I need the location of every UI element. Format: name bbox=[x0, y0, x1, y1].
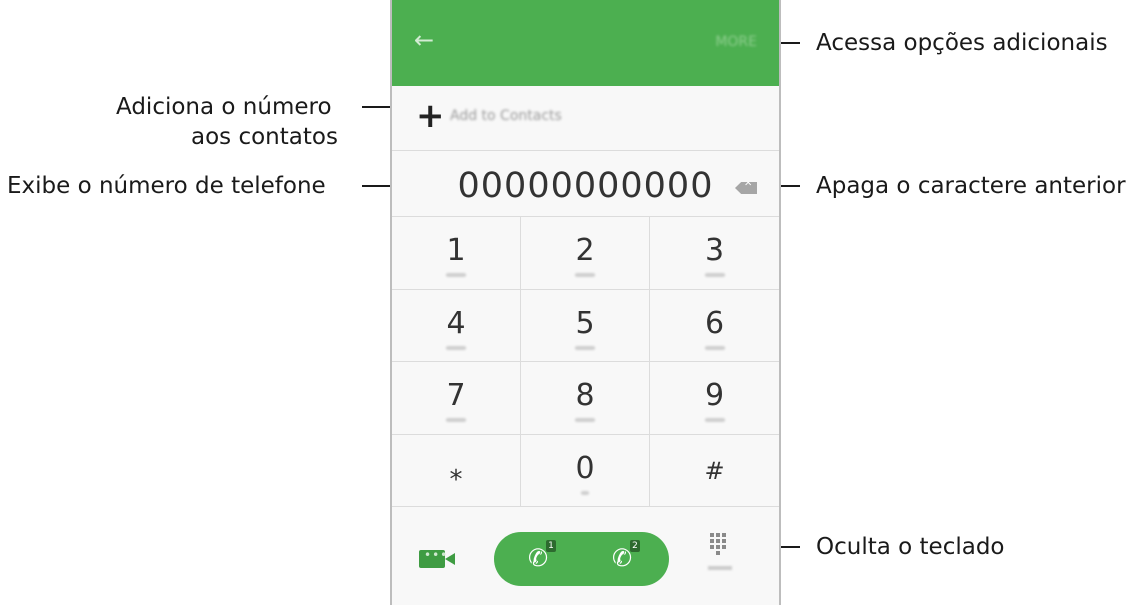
key-digit: 2 bbox=[575, 233, 595, 268]
keypad-grid-icon[interactable] bbox=[710, 533, 732, 555]
key-subtext bbox=[446, 345, 466, 350]
key-subtext bbox=[446, 418, 466, 422]
key-4[interactable]: 4 bbox=[392, 289, 521, 362]
callout-hide-keypad: Oculta o teclado bbox=[816, 534, 1005, 560]
bottom-bar: ••• ✆ 1 ✆ 2 bbox=[392, 506, 779, 605]
key-subtext bbox=[446, 273, 466, 277]
sim2-badge: 2 bbox=[630, 540, 640, 552]
key-7[interactable]: 7 bbox=[392, 362, 521, 435]
key-hash[interactable]: # bbox=[650, 434, 779, 507]
app-bar: ← MORE bbox=[392, 0, 779, 86]
key-digit: 8 bbox=[575, 378, 595, 413]
key-subtext bbox=[704, 273, 725, 277]
keypad: 1 2 3 4 5 6 7 8 9 ⁎ 0 # bbox=[392, 216, 779, 507]
key-5[interactable]: 5 bbox=[521, 289, 650, 362]
key-subtext bbox=[581, 490, 589, 495]
key-digit: 7 bbox=[446, 378, 466, 413]
key-subtext bbox=[704, 345, 725, 350]
add-to-contacts-row[interactable]: + Add to Contacts bbox=[392, 86, 779, 151]
sim1-badge: 1 bbox=[546, 540, 556, 552]
key-2[interactable]: 2 bbox=[521, 217, 650, 290]
key-digit: 4 bbox=[446, 305, 466, 341]
callout-show-number: Exibe o número de telefone bbox=[7, 173, 326, 199]
callout-add-contact-line1: Adiciona o número bbox=[116, 94, 332, 120]
key-0[interactable]: 0 bbox=[521, 434, 650, 507]
key-subtext bbox=[575, 273, 595, 277]
arrow-left-icon[interactable]: ← bbox=[414, 26, 434, 54]
hide-keypad-label bbox=[708, 566, 732, 570]
call-button-group: ✆ 1 ✆ 2 bbox=[494, 532, 669, 586]
key-subtext bbox=[575, 345, 595, 350]
key-9[interactable]: 9 bbox=[650, 362, 779, 435]
video-call-icon[interactable]: ••• bbox=[419, 548, 455, 568]
callout-backspace: Apaga o caractere anterior bbox=[816, 173, 1126, 199]
number-display-row: 00000000000 ✕ bbox=[392, 152, 779, 216]
key-digit: 6 bbox=[704, 305, 725, 341]
callout-add-contact-line2: aos contatos bbox=[191, 124, 338, 150]
key-6[interactable]: 6 bbox=[650, 289, 779, 362]
number-display: 00000000000 bbox=[457, 166, 714, 206]
key-digit: 9 bbox=[704, 378, 725, 413]
key-digit: # bbox=[704, 456, 725, 485]
callout-more-options: Acessa opções adicionais bbox=[816, 30, 1108, 56]
key-star[interactable]: ⁎ bbox=[392, 434, 521, 507]
plus-icon: + bbox=[416, 96, 445, 136]
key-digit: 5 bbox=[575, 305, 595, 341]
key-1[interactable]: 1 bbox=[392, 217, 521, 290]
key-digit: 3 bbox=[704, 233, 725, 268]
add-to-contacts-label: Add to Contacts bbox=[450, 108, 562, 124]
key-digit: 0 bbox=[575, 450, 595, 486]
key-subtext bbox=[575, 418, 595, 422]
key-3[interactable]: 3 bbox=[650, 217, 779, 290]
more-button[interactable]: MORE bbox=[715, 34, 757, 50]
key-digit: 1 bbox=[446, 233, 466, 268]
key-8[interactable]: 8 bbox=[521, 362, 650, 435]
key-subtext bbox=[704, 418, 725, 422]
phone-screen: ← MORE + Add to Contacts 00000000000 ✕ 1… bbox=[390, 0, 781, 605]
key-digit: ⁎ bbox=[449, 456, 463, 487]
